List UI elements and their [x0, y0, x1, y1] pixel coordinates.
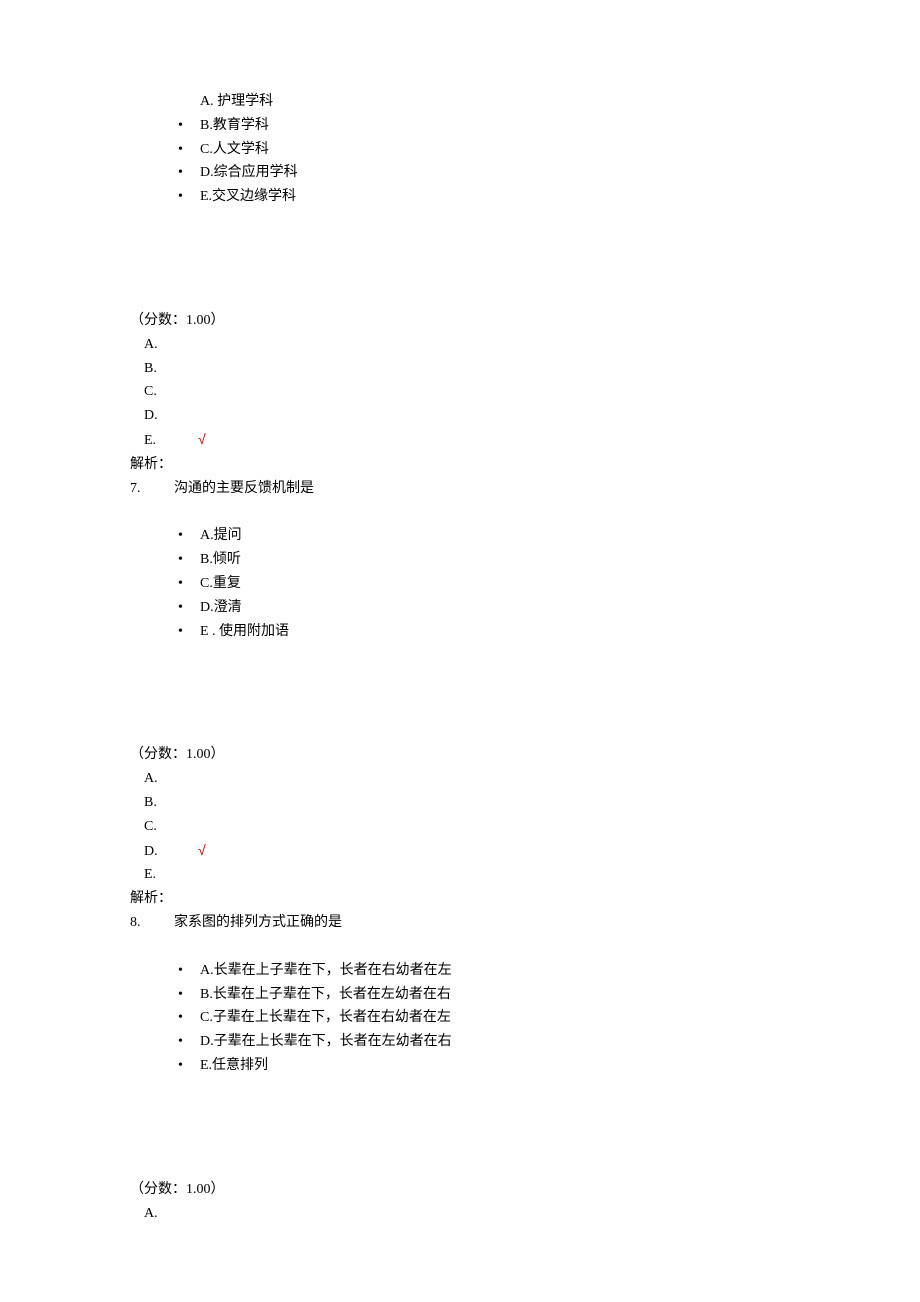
- answer-label: C.: [144, 815, 198, 839]
- bullet-icon: •: [178, 548, 200, 572]
- option-text: B.倾听: [200, 548, 241, 572]
- answer-label: E.: [144, 863, 198, 887]
- option-text: B.长辈在上子辈在下，长者在左幼者在右: [200, 983, 451, 1007]
- q8-option-c: • C.子辈在上长辈在下，长者在右幼者在左: [130, 1006, 790, 1030]
- option-text: E.交叉边缘学科: [200, 185, 296, 209]
- answer-label: A.: [144, 333, 198, 357]
- bullet-icon: •: [178, 1054, 200, 1078]
- bullet-icon: •: [178, 1006, 200, 1030]
- bullet-icon: •: [178, 138, 200, 162]
- answer-label: A.: [144, 767, 198, 791]
- q7-answer-b: B.: [144, 791, 790, 815]
- q6-answer-c: C.: [144, 380, 790, 404]
- q8-answer-a: A.: [144, 1202, 790, 1226]
- q8-score: （分数：1.00）: [130, 1178, 790, 1202]
- answer-label: E.: [144, 429, 198, 453]
- answer-label: D.: [144, 404, 198, 428]
- option-text: D.澄清: [200, 596, 242, 620]
- q6-option-b: • B.教育学科: [130, 114, 790, 138]
- bullet-icon: •: [178, 596, 200, 620]
- answer-label: B.: [144, 791, 198, 815]
- question-text: 家系图的排列方式正确的是: [174, 911, 342, 935]
- q7-answer-c: C.: [144, 815, 790, 839]
- q7-answer-a: A.: [144, 767, 790, 791]
- q7-option-a: • A.提问: [130, 524, 790, 548]
- q6-answer-e: E.√: [144, 428, 790, 453]
- q6-option-c: • C.人文学科: [130, 138, 790, 162]
- question-number: 7.: [130, 477, 174, 501]
- option-text: B.教育学科: [200, 114, 269, 138]
- q8-option-d: • D.子辈在上长辈在下，长者在左幼者在右: [130, 1030, 790, 1054]
- option-text: E.任意排列: [200, 1054, 268, 1078]
- q7-option-b: • B.倾听: [130, 548, 790, 572]
- answer-label: D.: [144, 840, 198, 864]
- q7-answer-d: D.√: [144, 839, 790, 864]
- q6-score: （分数：1.00）: [130, 309, 790, 333]
- bullet-icon: •: [178, 114, 200, 138]
- q6-option-a: A. 护理学科: [130, 90, 790, 114]
- check-icon: √: [198, 428, 206, 452]
- check-icon: √: [198, 839, 206, 863]
- q8-question: 8. 家系图的排列方式正确的是: [130, 911, 790, 935]
- q8-option-e: • E.任意排列: [130, 1054, 790, 1078]
- bullet-icon: •: [178, 983, 200, 1007]
- question-number: 8.: [130, 911, 174, 935]
- option-text: C.人文学科: [200, 138, 269, 162]
- option-text: D.综合应用学科: [200, 161, 298, 185]
- q6-option-d: • D.综合应用学科: [130, 161, 790, 185]
- answer-label: C.: [144, 380, 198, 404]
- answer-label: A.: [144, 1202, 198, 1226]
- bullet-icon: •: [178, 524, 200, 548]
- bullet-icon: •: [178, 185, 200, 209]
- q6-answer-d: D.: [144, 404, 790, 428]
- option-text: A.长辈在上子辈在下，长者在右幼者在左: [200, 959, 452, 983]
- option-text: E . 使用附加语: [200, 620, 289, 644]
- bullet-icon: •: [178, 620, 200, 644]
- question-text: 沟通的主要反馈机制是: [174, 477, 314, 501]
- bullet-icon: •: [178, 959, 200, 983]
- q7-analysis: 解析：: [130, 887, 790, 911]
- q8-option-b: • B.长辈在上子辈在下，长者在左幼者在右: [130, 983, 790, 1007]
- q7-answer-e: E.: [144, 863, 790, 887]
- answer-label: B.: [144, 357, 198, 381]
- q6-answer-a: A.: [144, 333, 790, 357]
- q6-analysis: 解析：: [130, 453, 790, 477]
- q7-question: 7. 沟通的主要反馈机制是: [130, 477, 790, 501]
- option-text: D.子辈在上长辈在下，长者在左幼者在右: [200, 1030, 452, 1054]
- option-text: C.子辈在上长辈在下，长者在右幼者在左: [200, 1006, 451, 1030]
- bullet-icon: •: [178, 1030, 200, 1054]
- q7-option-e: • E . 使用附加语: [130, 620, 790, 644]
- q6-option-e: • E.交叉边缘学科: [130, 185, 790, 209]
- bullet-icon: •: [178, 161, 200, 185]
- option-text: A. 护理学科: [200, 94, 273, 109]
- option-text: A.提问: [200, 524, 242, 548]
- q8-option-a: • A.长辈在上子辈在下，长者在右幼者在左: [130, 959, 790, 983]
- option-text: C.重复: [200, 572, 241, 596]
- q7-option-d: • D.澄清: [130, 596, 790, 620]
- q7-score: （分数：1.00）: [130, 743, 790, 767]
- q7-option-c: • C.重复: [130, 572, 790, 596]
- q6-answer-b: B.: [144, 357, 790, 381]
- bullet-icon: •: [178, 572, 200, 596]
